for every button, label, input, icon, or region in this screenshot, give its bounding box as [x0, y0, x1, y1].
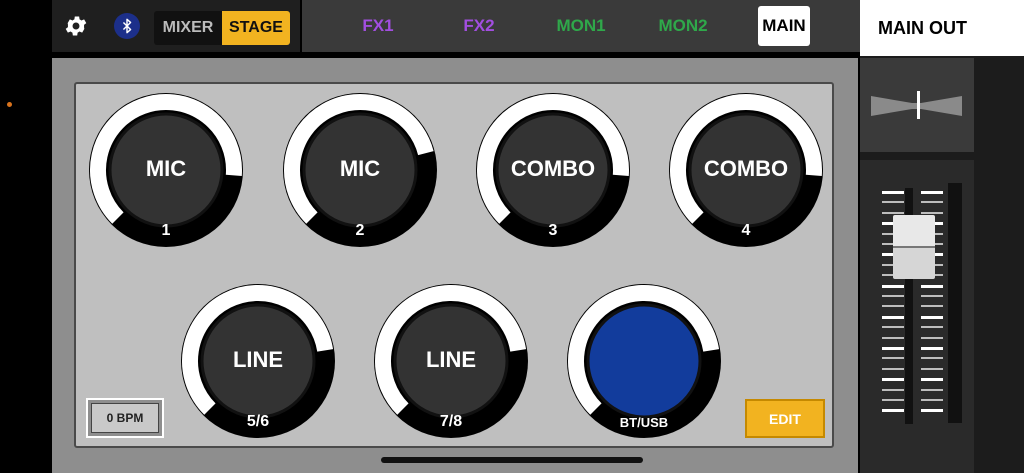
channel-knob[interactable]: COMBO 3: [475, 92, 631, 248]
fader-tick: [921, 367, 943, 370]
fader-tick: [921, 191, 943, 194]
channel-number: 2: [355, 222, 365, 239]
fader-tick: [921, 305, 943, 308]
channel-number: 3: [548, 222, 558, 239]
stage-tab[interactable]: STAGE: [222, 11, 290, 45]
fader-tick: [882, 315, 904, 319]
fader-tick: [882, 295, 904, 297]
tab-fx2[interactable]: FX2: [455, 6, 503, 46]
channel-number: 1: [161, 222, 171, 239]
fader-tick: [921, 336, 943, 339]
fader-tick: [921, 399, 943, 401]
channel-number: 5/6: [246, 413, 270, 430]
tab-main[interactable]: MAIN: [758, 6, 810, 46]
tab-mon2[interactable]: MON2: [654, 6, 712, 46]
fader-tick: [882, 201, 904, 204]
fader-tick: [921, 315, 943, 319]
fader-tick: [882, 336, 904, 339]
channel-knob[interactable]: BT/USB: [566, 283, 722, 439]
fader-tick: [882, 211, 904, 214]
fader-tick: [882, 357, 904, 360]
bluetooth-button[interactable]: [114, 13, 140, 39]
bus-tabs: FX1 FX2 MON1 MON2 MAIN: [302, 0, 860, 52]
fader-tick: [882, 367, 904, 370]
fader-tick: [882, 399, 904, 401]
fader-tick: [882, 388, 904, 391]
tab-fx1[interactable]: FX1: [354, 6, 402, 46]
channel-name: COMBO: [703, 156, 789, 181]
home-indicator: [381, 457, 643, 463]
settings-button[interactable]: [52, 0, 100, 52]
bpm-label: 0 BPM: [91, 403, 159, 433]
mode-group: MIXER STAGE: [100, 0, 300, 52]
status-dot: [7, 102, 12, 107]
fader-tick: [882, 191, 904, 194]
channel-name: LINE: [425, 347, 477, 372]
mixer-tab[interactable]: MIXER: [154, 11, 222, 45]
fader-tick: [921, 357, 943, 360]
level-meter: [948, 183, 962, 423]
fader-tick: [921, 211, 943, 214]
fader-tick: [921, 378, 943, 382]
gear-icon: [65, 16, 87, 36]
channel-knob[interactable]: LINE 7/8: [373, 283, 529, 439]
fader-tick: [921, 326, 943, 329]
bluetooth-icon: [122, 18, 132, 34]
fader-tick: [921, 295, 943, 297]
mode-toggle: MIXER STAGE: [154, 11, 290, 45]
fader-tick: [882, 326, 904, 329]
bpm-button[interactable]: 0 BPM: [86, 398, 164, 438]
fader-tick: [921, 409, 943, 413]
channel-knob[interactable]: MIC 2: [282, 92, 438, 248]
fader-tick: [882, 347, 904, 350]
fader-tick: [882, 378, 904, 382]
edit-button[interactable]: EDIT: [745, 399, 825, 438]
fader-tick: [921, 388, 943, 391]
pan-indicator[interactable]: [916, 91, 920, 119]
channel-name: LINE: [232, 347, 284, 372]
channel-knob[interactable]: MIC 1: [88, 92, 244, 248]
channel-name: COMBO: [510, 156, 596, 181]
fader-tick: [921, 347, 943, 350]
channel-number: BT/USB: [619, 415, 669, 430]
channel-number: 7/8: [439, 413, 463, 430]
main-out-title: MAIN OUT: [860, 0, 1024, 56]
channel-name: MIC: [145, 156, 187, 181]
channel-knob[interactable]: LINE 5/6: [180, 283, 336, 439]
channel-knob[interactable]: COMBO 4: [668, 92, 824, 248]
fader-tick: [921, 201, 943, 204]
fader-tick: [882, 409, 904, 413]
fader-tick: [882, 284, 904, 288]
channel-number: 4: [741, 222, 751, 239]
main-fader-handle[interactable]: [893, 215, 935, 279]
channel-name: MIC: [339, 156, 381, 181]
tab-mon1[interactable]: MON1: [552, 6, 610, 46]
fader-tick: [921, 284, 943, 288]
fader-tick: [882, 305, 904, 308]
